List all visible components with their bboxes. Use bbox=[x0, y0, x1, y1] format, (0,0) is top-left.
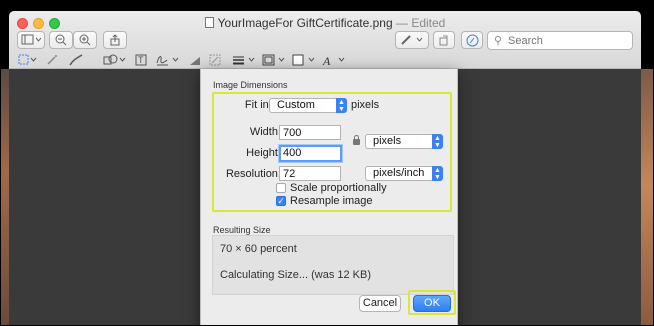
share-button[interactable] bbox=[103, 31, 127, 49]
search-input[interactable] bbox=[508, 34, 628, 47]
zoom-in-button[interactable] bbox=[73, 31, 97, 49]
scale-proportionally-checkbox[interactable] bbox=[276, 183, 286, 193]
chevron-updown-icon: ▲ ▼ bbox=[336, 98, 347, 113]
resolution-unit-popup[interactable]: pixels/inch ▲ ▼ bbox=[365, 166, 443, 181]
line-style-icon bbox=[233, 56, 255, 65]
markup-toolbar-button[interactable] bbox=[461, 31, 483, 49]
cancel-button[interactable]: Cancel bbox=[359, 295, 401, 312]
adjust-size-tool[interactable] bbox=[207, 51, 223, 69]
chevron-updown-icon: ▲ ▼ bbox=[432, 134, 443, 149]
font-icon: A bbox=[322, 54, 345, 66]
markup-icon bbox=[466, 34, 478, 46]
scale-proportionally-label: Scale proportionally bbox=[290, 182, 387, 194]
shapes-icon bbox=[103, 54, 126, 65]
fit-into-value: Custom bbox=[277, 99, 315, 111]
window-title: YourImageFor GiftCertificate.png — Edite… bbox=[9, 16, 641, 30]
share-icon bbox=[110, 34, 120, 46]
size-unit-value: pixels bbox=[373, 135, 402, 147]
title-bar: YourImageFor GiftCertificate.png — Edite… bbox=[9, 11, 641, 69]
width-field[interactable]: 700 bbox=[279, 125, 341, 140]
adjust-color-tool[interactable] bbox=[187, 51, 203, 69]
fit-into-unit: pixels bbox=[351, 99, 380, 111]
resample-image-checkbox[interactable]: ✓ bbox=[276, 196, 286, 206]
zoom-out-button[interactable] bbox=[49, 31, 73, 49]
search-field[interactable]: ⚲ bbox=[487, 31, 633, 50]
lock-icon[interactable] bbox=[353, 135, 360, 145]
sidebar-view-button[interactable] bbox=[17, 31, 45, 49]
ok-highlight: OK bbox=[408, 290, 456, 315]
fit-into-popup[interactable]: Custom ▲ ▼ bbox=[269, 98, 347, 113]
height-field[interactable]: 400 bbox=[279, 145, 342, 162]
resulting-size-header: Resulting Size bbox=[213, 225, 271, 235]
text-tool[interactable]: T bbox=[133, 51, 149, 69]
text-box-icon: T bbox=[135, 54, 147, 66]
image-dimensions-header: Image Dimensions bbox=[213, 80, 288, 90]
ok-button[interactable]: OK bbox=[413, 295, 451, 312]
shape-style-tool[interactable] bbox=[231, 51, 257, 69]
rectangular-selection-tool[interactable] bbox=[17, 51, 39, 69]
file-icon bbox=[204, 17, 214, 28]
resulting-size-box: 70 × 60 percent Calculating Size... (was… bbox=[212, 235, 454, 295]
screenshot-frame: YourImageFor GiftCertificate.png — Edite… bbox=[0, 0, 654, 326]
resolution-field[interactable]: 72 bbox=[279, 166, 341, 181]
shapes-tool[interactable] bbox=[101, 51, 129, 69]
file-name: YourImageFor GiftCertificate.png bbox=[217, 16, 393, 30]
chevron-updown-icon: ▲ ▼ bbox=[432, 166, 443, 181]
width-label: Width: bbox=[249, 126, 281, 138]
result-percent: 70 × 60 percent bbox=[220, 243, 297, 255]
instant-alpha-tool[interactable] bbox=[43, 51, 61, 69]
adjust-size-icon bbox=[209, 54, 221, 66]
height-label: Height: bbox=[246, 147, 281, 159]
resolution-label: Resolution: bbox=[225, 168, 281, 180]
result-size: Calculating Size... (was 12 KB) bbox=[220, 269, 372, 281]
svg-text:A: A bbox=[322, 54, 331, 66]
resolution-unit-value: pixels/inch bbox=[373, 167, 425, 179]
preview-window: YourImageFor GiftCertificate.png — Edite… bbox=[9, 11, 641, 325]
fill-color-icon bbox=[292, 54, 315, 66]
sketch-tool[interactable] bbox=[67, 51, 85, 69]
border-color-icon bbox=[262, 54, 285, 66]
text-style-tool[interactable]: A bbox=[321, 51, 347, 69]
edited-status: — Edited bbox=[395, 16, 446, 30]
adjust-size-dialog: Image Dimensions Fit into: Custom ▲ ▼ pix… bbox=[200, 69, 458, 325]
desktop-wallpaper-right bbox=[639, 69, 653, 325]
sidebar-icon bbox=[21, 34, 41, 45]
rotate-icon bbox=[439, 35, 448, 46]
zoom-out-icon bbox=[55, 34, 67, 46]
svg-text:T: T bbox=[138, 55, 144, 65]
magic-wand-icon bbox=[47, 55, 57, 65]
rotate-button[interactable] bbox=[433, 31, 455, 49]
pen-icon bbox=[401, 35, 423, 45]
signature-icon bbox=[156, 56, 179, 66]
fill-color-tool[interactable] bbox=[291, 51, 317, 69]
zoom-in-icon bbox=[79, 34, 91, 46]
sketch-icon bbox=[69, 54, 83, 66]
checkmark-icon: ✓ bbox=[277, 196, 285, 206]
markup-pen-button[interactable] bbox=[395, 31, 429, 49]
border-color-tool[interactable] bbox=[261, 51, 287, 69]
sign-tool[interactable] bbox=[155, 51, 181, 69]
resample-image-label: Resample image bbox=[290, 195, 373, 207]
size-unit-popup[interactable]: pixels ▲ ▼ bbox=[365, 134, 443, 149]
search-icon: ⚲ bbox=[494, 35, 503, 47]
adjust-color-icon bbox=[190, 57, 200, 65]
selection-icon bbox=[18, 54, 37, 65]
